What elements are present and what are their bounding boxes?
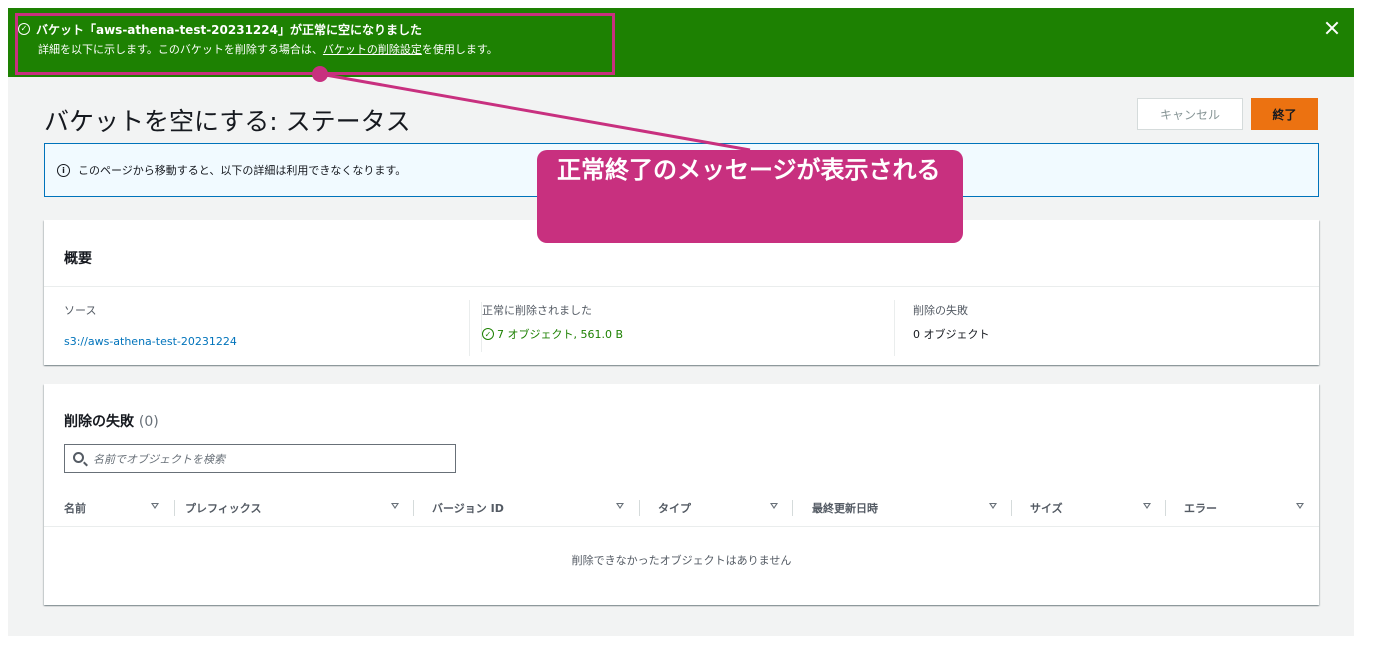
annotation-callout: 正常終了のメッセージが表示される bbox=[537, 150, 963, 243]
annotation-line bbox=[319, 72, 751, 152]
annotation-connector bbox=[312, 66, 751, 152]
